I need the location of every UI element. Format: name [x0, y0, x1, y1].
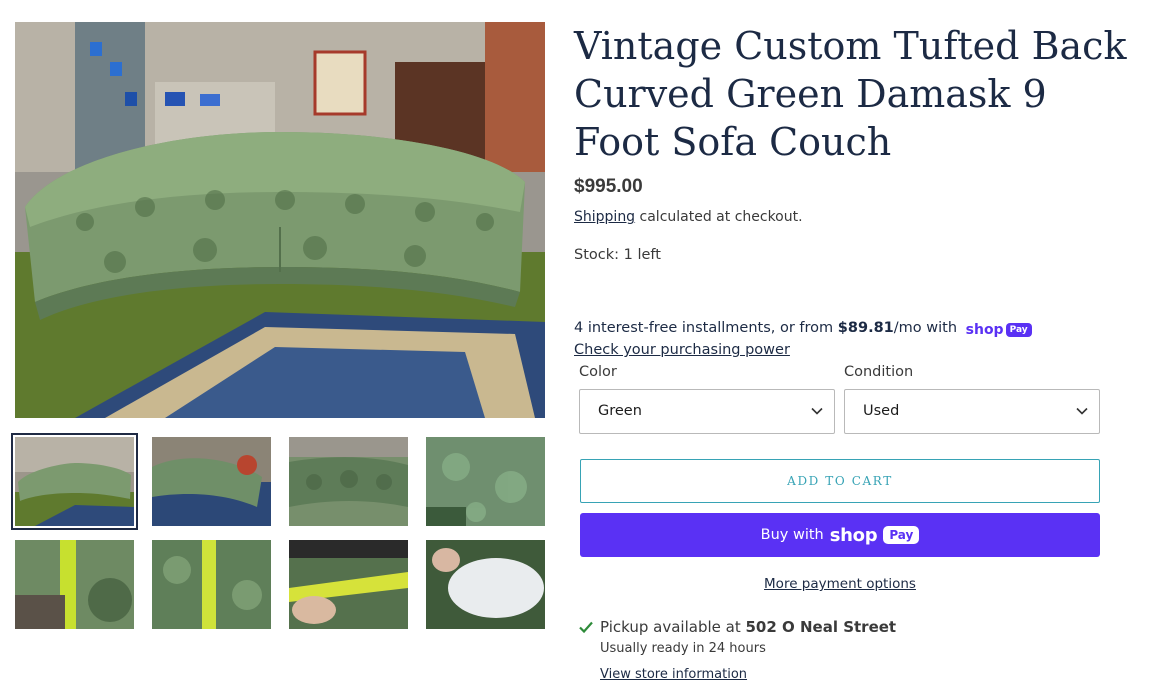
- buy-with-label: Buy with: [760, 527, 824, 543]
- shop-pay-logo-badge: Pay: [1005, 323, 1032, 337]
- cushion-measure: [289, 540, 408, 629]
- pickup-ready-time: Usually ready in 24 hours: [600, 641, 766, 656]
- product-title: Vintage Custom Tufted Back Curved Green …: [574, 24, 1127, 164]
- condition-select[interactable]: Used: [844, 389, 1100, 434]
- checkmark-icon: [579, 621, 593, 634]
- stock-status: Stock: 1 left: [574, 247, 661, 263]
- add-to-cart-button[interactable]: ADD TO CART: [580, 459, 1100, 503]
- sofa-side-view: [152, 437, 271, 526]
- product-price: $995.00: [574, 176, 643, 197]
- shipping-note: Shipping calculated at checkout.: [574, 209, 803, 225]
- thumbnail-3[interactable]: [289, 437, 408, 526]
- sofa-back-view: [289, 437, 408, 526]
- thumbnail-4[interactable]: [426, 437, 545, 526]
- thumbnail-2[interactable]: [152, 437, 271, 526]
- shop-pay-logo-icon: shop Pay: [966, 322, 1032, 338]
- view-store-information-link[interactable]: View store information: [600, 667, 747, 682]
- shop-pay-logo-text: shop: [965, 322, 1004, 338]
- chevron-down-icon: [811, 407, 823, 415]
- thumbnail-8[interactable]: [426, 540, 545, 629]
- pickup-prefix: Pickup available at: [600, 618, 741, 636]
- condition-select-value: Used: [863, 403, 900, 419]
- sofa-photo: [15, 22, 545, 418]
- shipping-link[interactable]: Shipping: [574, 209, 635, 225]
- thumbnail-6[interactable]: [152, 540, 271, 629]
- installments-amount: $89.81: [837, 320, 894, 336]
- check-purchasing-power-link[interactable]: Check your purchasing power: [574, 342, 790, 358]
- thumbnail-5[interactable]: [15, 540, 134, 629]
- fabric-closeup: [426, 437, 545, 526]
- pay-logo-badge: Pay: [883, 526, 920, 544]
- color-select-value: Green: [598, 403, 642, 419]
- installments-suffix: /mo with: [893, 320, 958, 336]
- thumbnail-1[interactable]: [11, 433, 138, 530]
- buy-with-shop-pay-button[interactable]: Buy with shop Pay: [580, 513, 1100, 557]
- cushion-interior: [426, 540, 545, 629]
- fabric-measure: [152, 540, 271, 629]
- thumbnail-7[interactable]: [289, 540, 408, 629]
- pickup-availability: Pickup available at 502 O Neal Street: [600, 618, 896, 636]
- color-label: Color: [579, 364, 617, 380]
- installments-prefix: 4 interest-free installments, or from: [574, 320, 834, 336]
- installments-message: 4 interest-free installments, or from $8…: [574, 320, 1032, 338]
- sofa-front-view: [15, 437, 134, 526]
- product-main-image[interactable]: [15, 22, 545, 418]
- color-select[interactable]: Green: [579, 389, 835, 434]
- shop-logo-text: shop: [829, 524, 878, 546]
- condition-label: Condition: [844, 364, 914, 380]
- shipping-suffix: calculated at checkout.: [639, 209, 803, 225]
- armrest-measure: [15, 540, 134, 629]
- pickup-location: 502 O Neal Street: [745, 618, 897, 636]
- more-payment-options-link[interactable]: More payment options: [580, 576, 1100, 592]
- chevron-down-icon: [1076, 407, 1088, 415]
